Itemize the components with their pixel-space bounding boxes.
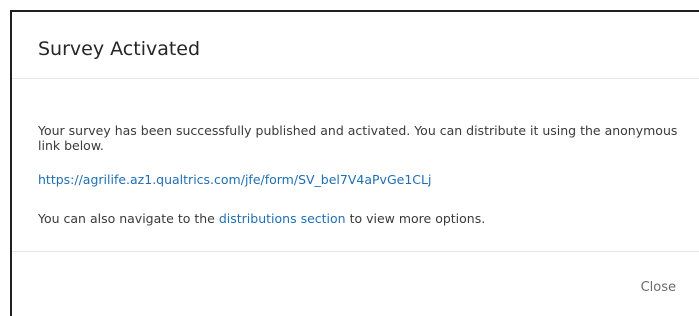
- dialog-header: Survey Activated: [12, 12, 699, 79]
- activation-message: Your survey has been successfully publis…: [38, 123, 678, 153]
- distributions-section-link[interactable]: distributions section: [219, 211, 346, 226]
- distributions-hint-prefix: You can also navigate to the: [38, 211, 219, 226]
- distributions-hint: You can also navigate to the distributio…: [38, 211, 684, 226]
- dialog-title: Survey Activated: [38, 38, 201, 60]
- survey-activated-dialog: Survey Activated Your survey has been su…: [10, 10, 699, 316]
- anonymous-survey-link[interactable]: https://agrilife.az1.qualtrics.com/jfe/f…: [38, 172, 431, 187]
- distributions-hint-suffix: to view more options.: [345, 211, 486, 226]
- dialog-footer: Close: [12, 252, 699, 316]
- close-button[interactable]: Close: [641, 280, 676, 295]
- dialog-body: Your survey has been successfully publis…: [12, 79, 699, 252]
- page: Survey Activated Your survey has been su…: [0, 0, 699, 316]
